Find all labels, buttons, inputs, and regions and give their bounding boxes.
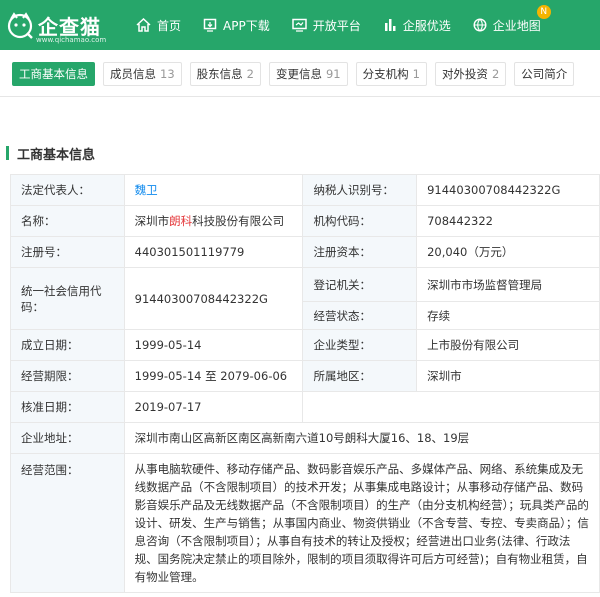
tab-basic-info[interactable]: 工商基本信息	[12, 62, 95, 86]
tab-shareholders[interactable]: 股东信息 2	[189, 62, 261, 86]
reg-authority-label: 登记机关：	[302, 267, 418, 302]
reg-capital-value: 20,040（万元）	[416, 236, 600, 268]
nav-app-download[interactable]: APP下载	[203, 17, 270, 34]
company-type-value: 上市股份有限公司	[416, 329, 600, 361]
nav-enterprise-services[interactable]: 企服优选	[383, 17, 451, 34]
reg-capital-label: 注册资本：	[302, 236, 418, 268]
taxpayer-id-label: 纳税人识别号：	[302, 174, 418, 206]
reg-no-value: 440301501119779	[123, 236, 304, 268]
legal-rep-label: 法定代表人：	[10, 174, 125, 206]
table-row: 成立日期： 1999-05-14 企业类型： 上市股份有限公司	[10, 329, 600, 361]
uscc-label: 统一社会信用代码：	[10, 267, 125, 330]
scope-label: 经营范围：	[10, 453, 125, 593]
table-row: 法定代表人： 魏卫 纳税人识别号： 91440300708442322G	[10, 174, 600, 206]
reg-authority-value: 深圳市市场监督管理局	[416, 267, 600, 302]
term-label: 经营期限：	[10, 360, 125, 392]
cat-logo-icon	[7, 12, 33, 39]
status-label: 经营状态：	[302, 301, 418, 330]
table-row: 注册号： 440301501119779 注册资本： 20,040（万元）	[10, 236, 600, 268]
scope-value: 从事电脑软硬件、移动存储产品、数码影音娱乐产品、多媒体产品、网络、系统集成及无线…	[123, 453, 600, 593]
term-value: 1999-05-14 至 2079-06-06	[123, 360, 304, 392]
section-heading: 工商基本信息	[6, 144, 95, 163]
brand-logo[interactable]: 企查猫 www.qichamao.com	[0, 0, 120, 50]
empty-cell	[302, 391, 600, 423]
status-value: 存续	[416, 301, 600, 330]
monitor-icon	[291, 18, 307, 32]
brand-url: www.qichamao.com	[36, 36, 107, 44]
reg-no-label: 注册号：	[10, 236, 125, 268]
founded-value: 1999-05-14	[123, 329, 304, 361]
main-nav: 首页 APP下载 开放平台 企服优选 企业地图 N	[136, 4, 563, 34]
company-type-label: 企业类型：	[302, 329, 418, 361]
address-value: 深圳市南山区高新区南区高新南六道10号朗科大厦16、18、19层	[123, 422, 600, 454]
uscc-value: 91440300708442322G	[123, 267, 304, 330]
table-row: 企业地址： 深圳市南山区高新区南区高新南六道10号朗科大厦16、18、19层	[10, 422, 600, 454]
new-badge: N	[536, 4, 551, 19]
taxpayer-id-value: 91440300708442322G	[416, 174, 600, 206]
heading-accent-bar	[6, 146, 9, 160]
tab-investments[interactable]: 对外投资 2	[434, 62, 507, 86]
tab-branches[interactable]: 分支机构 1	[355, 62, 427, 86]
home-icon	[136, 18, 151, 32]
org-code-label: 机构代码：	[302, 205, 418, 237]
org-code-value: 708442322	[416, 205, 600, 237]
table-row: 经营期限： 1999-05-14 至 2079-06-06 所属地区： 深圳市	[10, 360, 600, 392]
table-row: 名称： 深圳市朗科科技股份有限公司 机构代码： 708442322	[10, 205, 600, 237]
download-icon	[203, 18, 217, 32]
region-value: 深圳市	[416, 360, 600, 392]
approval-value: 2019-07-17	[123, 391, 304, 423]
name-label: 名称：	[10, 205, 125, 237]
tab-changes[interactable]: 变更信息 91	[268, 62, 348, 86]
table-row: 经营范围： 从事电脑软硬件、移动存储产品、数码影音娱乐产品、多媒体产品、网络、系…	[10, 453, 600, 593]
nav-open-platform[interactable]: 开放平台	[291, 17, 361, 34]
business-info-table: 法定代表人： 魏卫 纳税人识别号： 91440300708442322G 名称：…	[10, 174, 600, 593]
founded-label: 成立日期：	[10, 329, 125, 361]
top-navigation-bar: 企查猫 www.qichamao.com 首页 APP下载 开放平台 企服优选 …	[0, 0, 600, 50]
chart-icon	[384, 19, 396, 31]
tab-members[interactable]: 成员信息 13	[103, 62, 182, 86]
legal-rep-link[interactable]: 魏卫	[135, 183, 158, 197]
address-label: 企业地址：	[10, 422, 125, 454]
nav-home[interactable]: 首页	[136, 17, 181, 34]
approval-label: 核准日期：	[10, 391, 125, 423]
section-tabs: 工商基本信息 成员信息 13 股东信息 2 变更信息 91 分支机构 1 对外投资 2 公…	[0, 52, 600, 97]
company-name-value: 深圳市朗科科技股份有限公司	[123, 205, 304, 237]
table-row: 核准日期： 2019-07-17	[10, 391, 600, 423]
table-row: 统一社会信用代码： 91440300708442322G 登记机关： 深圳市市场…	[10, 267, 600, 330]
tab-company-profile[interactable]: 公司简介	[514, 62, 575, 86]
nav-enterprise-map[interactable]: 企业地图 N	[473, 4, 551, 34]
region-label: 所属地区：	[302, 360, 418, 392]
globe-icon	[473, 18, 487, 32]
highlight-keyword: 朗科	[169, 214, 193, 228]
